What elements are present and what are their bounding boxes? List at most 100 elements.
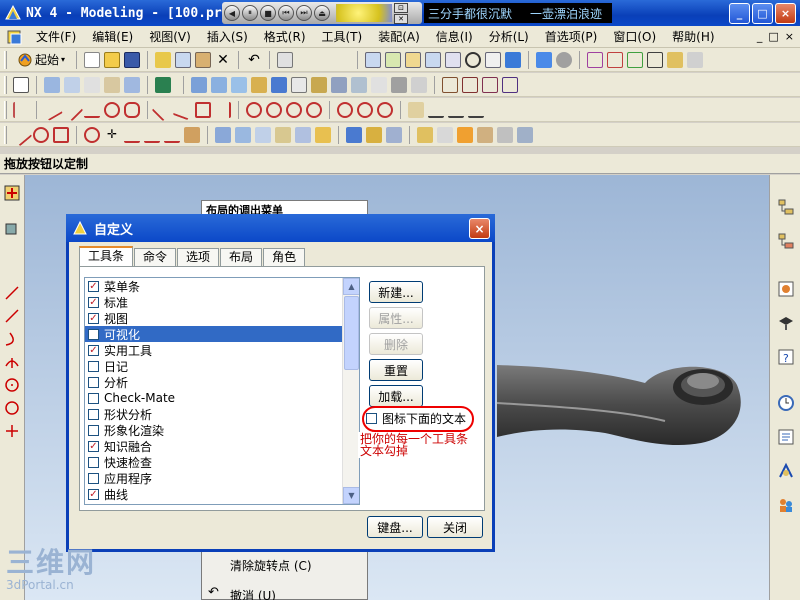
menu-window[interactable]: 窗口(O) xyxy=(605,28,664,45)
edit-curve-icon[interactable] xyxy=(41,98,63,121)
tab-commands[interactable]: 命令 xyxy=(134,248,177,266)
edit-arc-icon[interactable] xyxy=(266,101,282,118)
intersect-curve-icon[interactable] xyxy=(468,102,484,118)
sphere-feature-icon[interactable] xyxy=(251,76,267,93)
line-icon[interactable] xyxy=(9,123,33,146)
minimize-button[interactable]: _ xyxy=(729,3,750,24)
tab-roles[interactable]: 角色 xyxy=(263,248,306,266)
cone-icon[interactable] xyxy=(231,76,247,93)
revolve-icon[interactable] xyxy=(64,76,80,93)
player-skip-back-button[interactable]: ⏮ xyxy=(278,5,294,21)
trim-corner-icon[interactable] xyxy=(104,101,120,118)
spline-icon[interactable] xyxy=(144,127,160,143)
toolbar-list-item[interactable]: ✓ 视图 xyxy=(85,310,359,326)
point-tool-icon[interactable] xyxy=(4,423,20,439)
bridge-curve-icon[interactable] xyxy=(357,101,373,118)
delete-icon[interactable]: ✕ xyxy=(215,52,231,68)
undo-item[interactable]: 撤消 (U) xyxy=(230,587,276,600)
block-icon[interactable] xyxy=(191,76,207,93)
toolbar-list-scrollbar[interactable]: ▲ ▼ xyxy=(342,278,359,504)
menu-insert[interactable]: 插入(S) xyxy=(199,28,256,45)
edit-curve-rect-icon[interactable] xyxy=(195,101,211,118)
open-folder-icon[interactable] xyxy=(104,51,121,68)
edit-arc-length-icon[interactable] xyxy=(151,98,175,121)
checkbox-icon[interactable] xyxy=(88,408,99,420)
menu-help[interactable]: 帮助(H) xyxy=(664,28,722,45)
surface-icon-13[interactable] xyxy=(477,126,493,143)
player-prev-button[interactable]: ◀ xyxy=(224,5,240,21)
toolbar-list-item[interactable]: ✓ 曲线 xyxy=(85,486,359,502)
wcs-origin-icon[interactable] xyxy=(607,51,624,68)
draft-icon[interactable] xyxy=(482,76,498,93)
point-icon[interactable]: ✛ xyxy=(104,127,120,143)
menu-file[interactable]: 文件(F) xyxy=(28,28,84,45)
wcs-rotate-icon[interactable] xyxy=(627,51,644,68)
menu-view[interactable]: 视图(V) xyxy=(141,28,199,45)
datum-plane-icon[interactable] xyxy=(155,76,171,93)
view-icon-2[interactable] xyxy=(385,51,402,68)
line-tool-icon[interactable] xyxy=(4,285,20,301)
sew-icon[interactable] xyxy=(371,76,387,93)
surface-icon-10[interactable] xyxy=(417,126,433,143)
toolbar-list-item[interactable]: 可视化 xyxy=(85,326,359,342)
toolbar-grip[interactable] xyxy=(4,125,7,144)
menu-preferences[interactable]: 首选项(P) xyxy=(537,28,606,45)
layer-settings-icon[interactable] xyxy=(687,51,704,68)
menu-tools[interactable]: 工具(T) xyxy=(314,28,371,45)
maximize-button[interactable]: □ xyxy=(752,3,773,24)
copy-icon[interactable] xyxy=(175,51,192,68)
surface-icon-6[interactable] xyxy=(315,126,331,143)
pan-icon[interactable] xyxy=(485,51,502,68)
surface-icon-9[interactable] xyxy=(386,126,402,143)
toolbar-list-item[interactable]: ✓ 知识融合 xyxy=(85,438,359,454)
toolbar-list-item[interactable]: 日记 xyxy=(85,358,359,374)
surface-icon-5[interactable] xyxy=(295,126,311,143)
tab-options[interactable]: 选项 xyxy=(177,248,220,266)
new-toolbar-button[interactable]: 新建... xyxy=(369,281,423,303)
properties-button[interactable]: 属性... xyxy=(369,307,423,329)
sweep-icon[interactable] xyxy=(84,76,100,93)
reset-button[interactable]: 重置 xyxy=(369,359,423,381)
clock-icon[interactable] xyxy=(776,393,796,413)
shell-icon[interactable] xyxy=(502,76,518,93)
project-curve-icon[interactable] xyxy=(408,101,424,118)
combined-projection-icon[interactable] xyxy=(428,102,444,118)
undo-icon[interactable]: ↶ xyxy=(246,52,262,68)
edit-line-icon[interactable] xyxy=(215,101,231,118)
surface-icon-2[interactable] xyxy=(235,126,251,143)
close-dialog-button[interactable]: 关闭 xyxy=(427,516,483,538)
fillet-tool-icon[interactable] xyxy=(4,354,20,370)
menu-information[interactable]: 信息(I) xyxy=(428,28,481,45)
checkbox-icon[interactable] xyxy=(88,328,99,340)
rotate-icon[interactable] xyxy=(465,51,482,68)
checkbox-checked-icon[interactable]: ✓ xyxy=(88,296,99,308)
delete-button[interactable]: 删除 xyxy=(369,333,423,355)
smooth-spline-icon[interactable] xyxy=(172,99,194,120)
toolbar-list-item[interactable]: 快速检查 xyxy=(85,454,359,470)
line-tool-2-icon[interactable] xyxy=(4,308,20,324)
dialog-close-button[interactable]: × xyxy=(469,218,490,239)
rectangle-icon[interactable] xyxy=(53,126,69,143)
surface-icon-3[interactable] xyxy=(255,126,271,143)
new-file-icon[interactable] xyxy=(84,51,101,68)
fit-icon[interactable] xyxy=(425,51,442,68)
ellipse-icon[interactable] xyxy=(84,126,100,143)
tab-toolbars[interactable]: 工具条 xyxy=(79,246,134,266)
hole-icon[interactable] xyxy=(124,76,140,93)
checkbox-icon[interactable] xyxy=(88,424,99,436)
checkbox-icon[interactable] xyxy=(88,392,99,404)
checkbox-icon[interactable] xyxy=(88,456,99,468)
helix-icon[interactable] xyxy=(164,127,180,143)
edit-conic-icon[interactable] xyxy=(306,101,322,118)
arc-icon[interactable] xyxy=(33,126,49,143)
scroll-up-icon[interactable]: ▲ xyxy=(343,278,359,295)
web-browser-icon[interactable] xyxy=(776,427,796,447)
join-curve-icon[interactable] xyxy=(377,101,393,118)
extrude-icon[interactable] xyxy=(44,76,60,93)
surface-icon-8[interactable] xyxy=(366,126,382,143)
unite-icon[interactable] xyxy=(271,76,287,93)
patch-icon[interactable] xyxy=(391,76,407,93)
menu-format[interactable]: 格式(R) xyxy=(256,28,314,45)
paste-icon[interactable] xyxy=(195,51,212,68)
toolbar-list-item[interactable]: Check-Mate xyxy=(85,390,359,406)
